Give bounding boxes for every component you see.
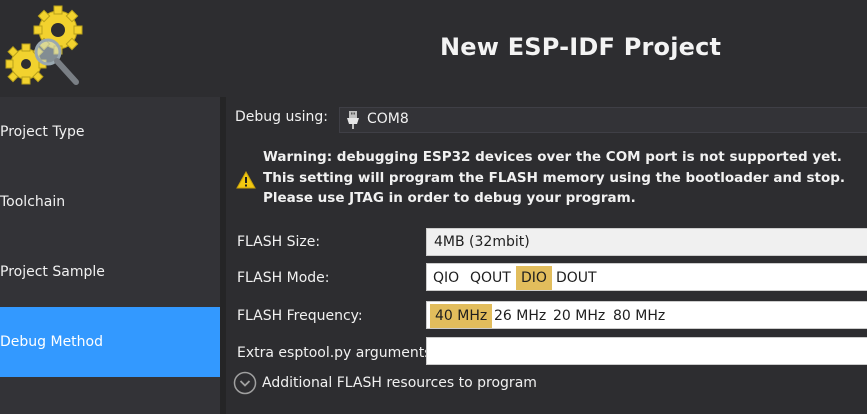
gears-magnifier-icon [5,5,83,85]
sidebar-item-toolchain[interactable]: Toolchain [0,167,220,237]
debug-using-label: Debug using: [235,109,329,125]
flash-frequency-40mhz[interactable]: 40 MHz [430,304,493,328]
sidebar-item-project-sample[interactable]: Project Sample [0,237,220,307]
chevron-down-circle-icon [233,371,257,395]
warning-line-3: Please use JTAG in order to debug your p… [263,190,636,206]
warning-message: Warning: debugging ESP32 devices over th… [236,149,845,213]
debug-using-value: COM8 [367,111,409,127]
warning-line-2: This setting will program the FLASH memo… [263,170,846,186]
flash-size-label: FLASH Size: [237,234,321,250]
flash-frequency-selector: 40 MHz 26 MHz 20 MHz 80 MHz [426,301,867,329]
flash-mode-qio[interactable]: QIO [428,266,464,290]
main-content: Debug using: COM8 Warning: debugging ESP… [226,97,867,414]
page-title: New ESP-IDF Project [440,33,722,61]
sidebar: Project Type Toolchain Project Sample De… [0,97,220,414]
sidebar-item-project-type[interactable]: Project Type [0,97,220,167]
sidebar-item-debug-method[interactable]: Debug Method [0,307,220,377]
flash-mode-selector: QIO QOUT DIO DOUT [426,263,867,291]
flash-frequency-label: FLASH Frequency: [237,308,363,324]
extra-arguments-input[interactable] [426,337,867,365]
warning-triangle-icon [236,171,256,189]
extra-arguments-label: Extra esptool.py arguments: [237,345,437,361]
flash-mode-qout[interactable]: QOUT [465,266,516,290]
flash-mode-dout[interactable]: DOUT [551,266,602,290]
additional-resources-label: Additional FLASH resources to program [262,375,537,391]
usb-plug-icon [347,111,359,129]
flash-mode-dio[interactable]: DIO [516,266,552,290]
flash-frequency-26mhz[interactable]: 26 MHz [489,304,551,328]
flash-frequency-20mhz[interactable]: 20 MHz [548,304,610,328]
flash-mode-label: FLASH Mode: [237,270,330,286]
header: New ESP-IDF Project [0,0,867,97]
flash-size-value: 4MB (32mbit) [434,234,530,250]
warning-line-1: Warning: debugging ESP32 devices over th… [263,149,842,165]
flash-size-select[interactable]: 4MB (32mbit) [426,228,867,256]
flash-frequency-80mhz[interactable]: 80 MHz [608,304,670,328]
debug-using-select[interactable]: COM8 [339,107,867,133]
